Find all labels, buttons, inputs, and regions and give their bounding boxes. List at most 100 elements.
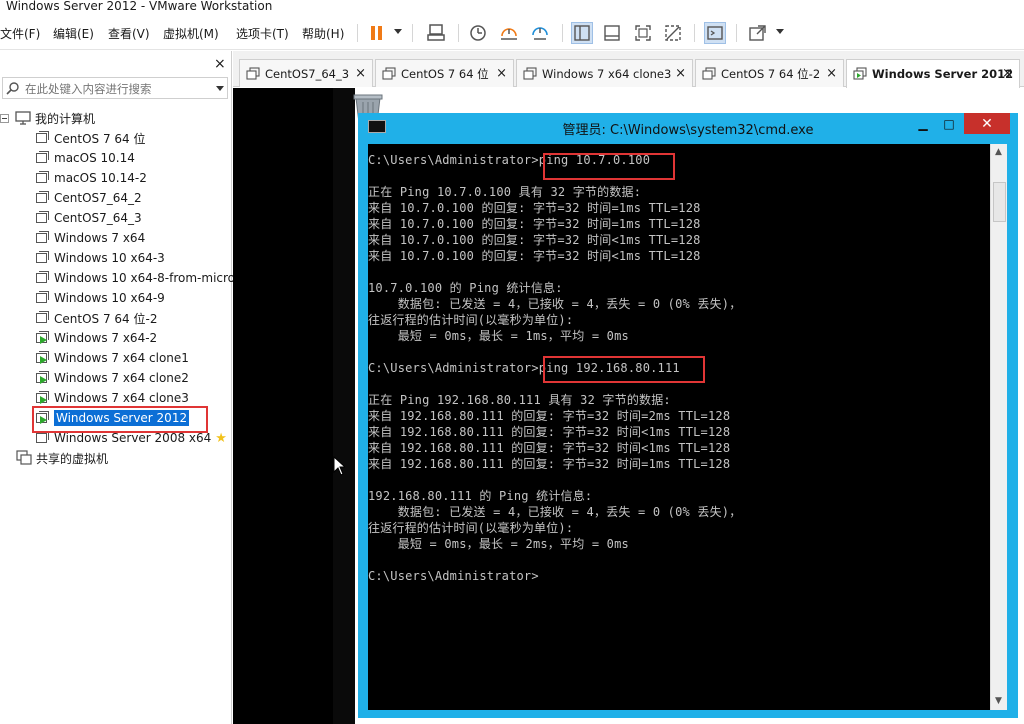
menu-file[interactable]: 文件(F) — [0, 25, 40, 42]
console-line: C:\Users\Administrator> — [368, 569, 539, 583]
minimize-button[interactable]: ▁ — [910, 113, 936, 134]
vm-list-item[interactable]: macOS 10.14 — [34, 148, 135, 168]
vm-label: Windows 7 x64 — [54, 231, 146, 245]
vm-label: macOS 10.14 — [54, 151, 135, 165]
console-line: 来自 192.168.80.111 的回复: 字节=32 时间=1ms TTL=… — [368, 457, 731, 471]
vm-icon — [34, 170, 50, 186]
vm-running-icon — [34, 390, 50, 406]
vm-list-item[interactable]: Windows 10 x64-9 — [34, 288, 165, 308]
console-line: 最短 = 0ms，最长 = 2ms，平均 = 0ms — [368, 537, 629, 551]
tab-close-icon[interactable]: × — [355, 66, 366, 81]
vm-list-item[interactable]: CentOS7_64_2 — [34, 188, 142, 208]
console-line: 来自 10.7.0.100 的回复: 字节=32 时间=1ms TTL=128 — [368, 217, 701, 231]
tree-root-my-computer[interactable]: 我的计算机 — [0, 108, 95, 128]
vm-label: CentOS 7 64 位-2 — [54, 311, 158, 326]
vm-list-item[interactable]: Windows 7 x64 clone2 — [34, 368, 189, 388]
snapshot-icon[interactable] — [467, 22, 489, 44]
maximize-button[interactable]: □ — [936, 113, 962, 134]
console-line: 数据包: 已发送 = 4，已接收 = 4，丢失 = 0 (0% 丢失)， — [368, 505, 742, 519]
tab-vm[interactable]: CentOS7_64_3 × — [239, 59, 373, 87]
close-library-icon[interactable]: × — [214, 56, 226, 72]
vm-list-item[interactable]: Windows 7 x64 — [34, 228, 145, 248]
search-input[interactable] — [25, 81, 205, 97]
menu-help[interactable]: 帮助(H) — [302, 25, 344, 42]
mouse-cursor-icon — [333, 456, 345, 476]
console-line: 来自 192.168.80.111 的回复: 字节=32 时间<1ms TTL=… — [368, 441, 731, 455]
tab-close-icon[interactable]: × — [826, 66, 837, 81]
full-screen-icon[interactable] — [632, 22, 654, 44]
vm-list-item[interactable]: CentOS 7 64 位-2 — [34, 308, 157, 328]
vm-tab-icon — [246, 66, 260, 81]
toolbar-separator — [562, 24, 563, 42]
vm-list-item[interactable]: Windows 7 x64-2 — [34, 328, 157, 348]
thumbnail-bar-icon[interactable] — [601, 22, 623, 44]
vm-list-item[interactable]: macOS 10.14-2 — [34, 168, 147, 188]
cmd-window[interactable]: 管理员: C:\Windows\system32\cmd.exe ▁ □ ✕ C… — [358, 113, 1018, 718]
tab-close-icon[interactable]: × — [1002, 66, 1013, 81]
power-dropdown-chevron-down-icon[interactable] — [394, 29, 402, 34]
menu-tabs[interactable]: 选项卡(T) — [236, 25, 289, 42]
revert-snapshot-icon[interactable] — [498, 22, 520, 44]
console-line: 往返行程的估计时间(以毫秒为单位): — [368, 521, 574, 535]
tab-close-icon[interactable]: × — [496, 66, 507, 81]
tab-close-icon[interactable]: × — [675, 66, 686, 81]
send-ctrl-alt-del-icon[interactable] — [425, 22, 447, 44]
search-dropdown-chevron-down-icon[interactable] — [216, 86, 224, 91]
window-title: Windows Server 2012 - VMware Workstation — [0, 0, 1024, 16]
toolbar-separator — [736, 24, 737, 42]
show-library-icon[interactable] — [571, 22, 593, 44]
menu-vm[interactable]: 虚拟机(M) — [163, 25, 219, 42]
scroll-up-icon[interactable]: ▲ — [995, 147, 1002, 157]
tab-vm[interactable]: Windows 7 x64 clone3 × — [516, 59, 693, 87]
close-button[interactable]: ✕ — [964, 113, 1010, 134]
tab-label: Windows Server 2012 — [872, 67, 1014, 81]
console-line: 10.7.0.100 的 Ping 统计信息: — [368, 281, 563, 295]
search-box[interactable] — [2, 77, 228, 99]
console-scrollbar[interactable]: ▲ ▼ — [990, 144, 1007, 710]
menu-edit[interactable]: 编辑(E) — [53, 25, 94, 42]
vm-tab-icon — [702, 66, 716, 81]
console-line: 往返行程的估计时间(以毫秒为单位): — [368, 313, 574, 327]
cmd-title-bar[interactable]: 管理员: C:\Windows\system32\cmd.exe ▁ □ ✕ — [358, 113, 1018, 141]
tree-shared-vms[interactable]: 共享的虚拟机 — [16, 448, 108, 468]
tab-vm[interactable]: CentOS 7 64 位 × — [375, 59, 514, 87]
toolbar-separator — [357, 24, 358, 42]
highlight-box — [32, 406, 208, 433]
vm-icon — [34, 190, 50, 206]
vm-label: Windows 10 x64-8-from-micro — [54, 271, 236, 285]
scroll-down-icon[interactable]: ▼ — [995, 696, 1002, 706]
vm-list-item[interactable]: Windows 10 x64-3 — [34, 248, 165, 268]
console-line: 来自 192.168.80.111 的回复: 字节=32 时间<1ms TTL=… — [368, 425, 731, 439]
console-line: 正在 Ping 10.7.0.100 具有 32 字节的数据: — [368, 185, 642, 199]
scroll-thumb[interactable] — [993, 182, 1006, 222]
vm-label: macOS 10.14-2 — [54, 171, 147, 185]
collapse-icon[interactable] — [0, 113, 9, 123]
vm-label: Windows Server 2008 x64 — [54, 431, 212, 445]
console-line: C:\Users\Administrator>ping 10.7.0.100 — [368, 153, 651, 167]
vm-list-item[interactable]: Windows 7 x64 clone1 — [34, 348, 189, 368]
console-line: 数据包: 已发送 = 4，已接收 = 4，丢失 = 0 (0% 丢失)， — [368, 297, 742, 311]
vm-left-strip — [333, 88, 355, 724]
manage-snapshots-icon[interactable] — [529, 22, 551, 44]
menu-view[interactable]: 查看(V) — [108, 25, 150, 42]
pause-icon[interactable] — [366, 22, 388, 44]
vm-list-item[interactable]: CentOS7_64_3 — [34, 208, 142, 228]
unity-icon[interactable] — [662, 22, 684, 44]
tab-vm[interactable]: Windows Server 2012 × — [846, 59, 1020, 88]
vm-list-item[interactable]: Windows 7 x64 clone3 — [34, 388, 189, 408]
stretch-dropdown-chevron-down-icon[interactable] — [776, 29, 784, 34]
vm-list-item[interactable]: CentOS 7 64 位 — [34, 128, 145, 148]
console-line: 来自 192.168.80.111 的回复: 字节=32 时间=2ms TTL=… — [368, 409, 731, 423]
stretch-guest-icon[interactable] — [747, 22, 769, 44]
console-line: 来自 10.7.0.100 的回复: 字节=32 时间=1ms TTL=128 — [368, 201, 701, 215]
vm-label: Windows 10 x64-3 — [54, 251, 165, 265]
console-line: 来自 10.7.0.100 的回复: 字节=32 时间<1ms TTL=128 — [368, 249, 701, 263]
menu-bar: 文件(F) 编辑(E) 查看(V) 虚拟机(M) 选项卡(T) 帮助(H) — [0, 16, 1024, 50]
console-view-icon[interactable] — [704, 22, 726, 44]
console-output[interactable]: C:\Users\Administrator>ping 10.7.0.100 正在… — [368, 144, 990, 710]
vm-label: Windows 7 x64 clone2 — [54, 371, 189, 385]
tree-root-label: 我的计算机 — [35, 111, 96, 126]
tab-vm[interactable]: CentOS 7 64 位-2 × — [695, 59, 844, 87]
vm-list-item[interactable]: Windows 10 x64-8-from-micro — [34, 268, 235, 288]
